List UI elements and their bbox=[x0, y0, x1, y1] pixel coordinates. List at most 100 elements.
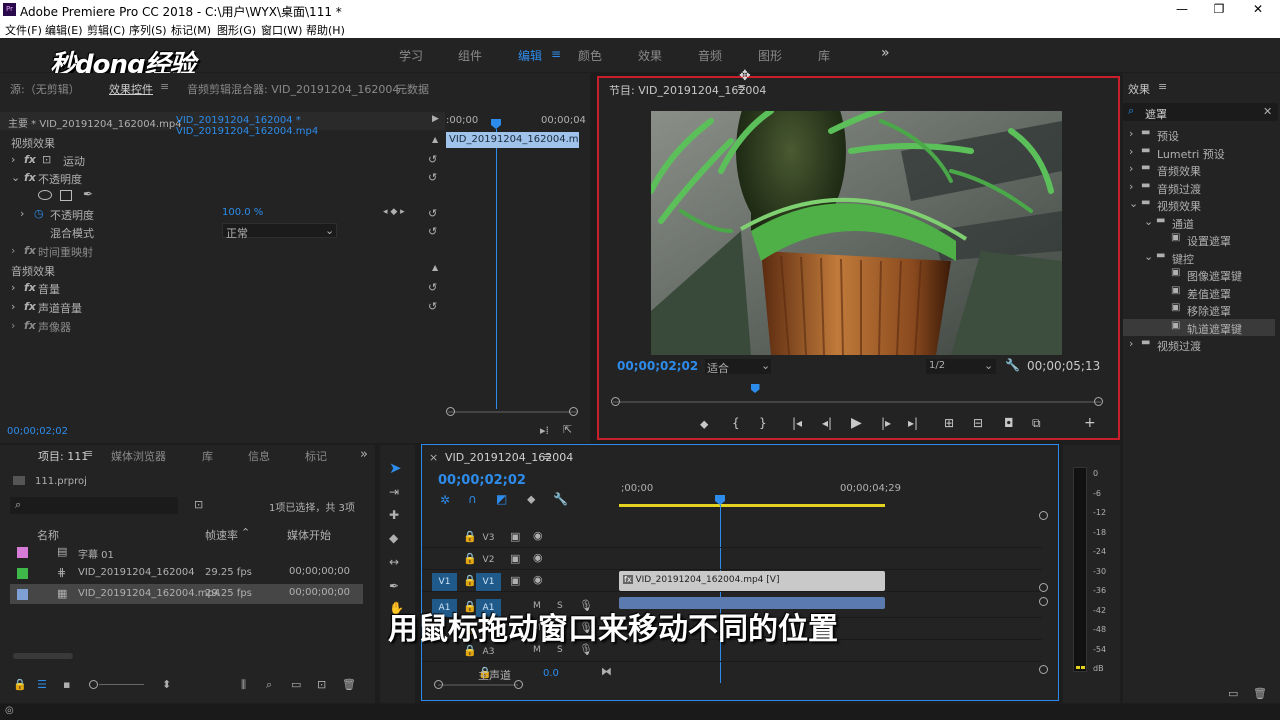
ec-timecode[interactable]: 00;00;02;02 bbox=[7, 426, 68, 437]
effects-tree-item[interactable]: › ▬ Lumetri 预设 bbox=[1123, 144, 1275, 161]
workspace-libraries[interactable]: 库 bbox=[818, 47, 830, 64]
ec-zoom-scrollbar[interactable] bbox=[448, 411, 578, 413]
effects-tree-item[interactable]: ▣ 轨道遮罩键 bbox=[1123, 318, 1275, 336]
timeline-hscroll[interactable] bbox=[438, 684, 518, 686]
ec-clip-bar[interactable]: VID_20191204_162004.mp4 bbox=[446, 132, 579, 148]
expand-arrow-icon[interactable]: › bbox=[1129, 162, 1133, 175]
vscroll-handle-mid2[interactable] bbox=[1039, 597, 1048, 606]
vscroll-handle-top[interactable] bbox=[1039, 511, 1048, 520]
menu-file[interactable]: 文件(F) bbox=[5, 22, 42, 38]
expand-arrow-icon[interactable]: › bbox=[1129, 337, 1133, 350]
effects-search[interactable]: ⌕ 遮罩 ✕ bbox=[1123, 103, 1278, 121]
effects-tree-item[interactable]: ▣ 移除遮罩 bbox=[1123, 301, 1275, 318]
scrubber-handle-right[interactable] bbox=[1094, 397, 1103, 406]
mark-out-icon[interactable]: } bbox=[759, 416, 767, 430]
workspace-more-button[interactable]: » bbox=[881, 45, 890, 61]
effects-tree-item[interactable]: › ▬ 音频效果 bbox=[1123, 161, 1275, 178]
workspace-effects[interactable]: 效果 bbox=[638, 47, 662, 64]
add-marker-icon[interactable]: ⬥ bbox=[700, 417, 708, 432]
nest-icon[interactable]: ✲ bbox=[440, 493, 450, 507]
ec-zoom-handle-right[interactable] bbox=[569, 407, 578, 416]
project-item-row[interactable]: ▦ VID_20191204_162004.mp4 29.25 fps 00;0… bbox=[10, 584, 363, 604]
expand-triangle-icon[interactable]: ▶ bbox=[432, 114, 439, 124]
expand-arrow-icon[interactable]: › bbox=[1129, 180, 1133, 193]
project-item-row[interactable]: ▤ 字幕 01 bbox=[10, 542, 363, 562]
effect-opacity-row[interactable]: ⌄ fx 不透明度 ↺ bbox=[0, 168, 445, 186]
new-item-icon[interactable]: ⊡ bbox=[317, 678, 326, 691]
add-marker-icon[interactable]: ⬥ bbox=[527, 492, 535, 507]
tab-audio-clip-mixer[interactable]: 音频剪辑混合器: VID_20191204_162004 bbox=[187, 81, 399, 97]
close-tab-icon[interactable]: × bbox=[429, 451, 438, 464]
eye-icon[interactable]: ◉ bbox=[533, 529, 543, 542]
pen-tool-icon[interactable]: ✒ bbox=[389, 579, 399, 593]
lock-icon[interactable]: 🔒 bbox=[463, 552, 477, 565]
ellipse-mask-icon[interactable] bbox=[38, 190, 52, 200]
razor-tool-icon[interactable]: ◆ bbox=[389, 531, 398, 545]
wrench-icon[interactable]: 🔧 bbox=[1005, 358, 1020, 372]
mark-in-icon[interactable]: { bbox=[732, 416, 740, 430]
menu-help[interactable]: 帮助(H) bbox=[306, 22, 345, 38]
maximize-button[interactable]: ❐ bbox=[1199, 2, 1239, 18]
resolution-dropdown[interactable]: 1/2 ⌄ bbox=[926, 359, 996, 374]
eye-icon[interactable]: ◉ bbox=[533, 551, 543, 564]
sync-lock-icon[interactable]: ▣ bbox=[510, 574, 520, 587]
export-icon[interactable]: ⇱ bbox=[563, 423, 572, 436]
effect-channel-volume-row[interactable]: › fx 声道音量 ↺ bbox=[0, 297, 445, 315]
effects-title[interactable]: 效果 bbox=[1128, 81, 1150, 97]
clip-v1[interactable]: fx VID_20191204_162004.mp4 [V] bbox=[619, 571, 885, 591]
workspace-menu-icon[interactable]: ≡ bbox=[551, 47, 561, 61]
effects-search-input[interactable]: 遮罩 bbox=[1145, 106, 1167, 122]
workspace-color[interactable]: 颜色 bbox=[578, 47, 602, 64]
go-to-end-icon[interactable]: ⧓ bbox=[601, 665, 612, 678]
filter-icon[interactable]: ▸⁞ bbox=[540, 424, 549, 437]
hscroll-handle-left[interactable] bbox=[434, 680, 443, 689]
expand-arrow-icon[interactable]: ⌄ bbox=[1129, 197, 1138, 210]
fit-dropdown[interactable]: 适合 ⌄ bbox=[705, 359, 771, 375]
menu-clip[interactable]: 剪辑(C) bbox=[87, 22, 125, 38]
lock-icon[interactable]: 🔒 bbox=[463, 574, 477, 587]
tab-effect-controls[interactable]: 效果控件 bbox=[109, 81, 153, 97]
lift-icon[interactable]: ⊞ bbox=[944, 416, 954, 430]
vscroll-handle-bottom[interactable] bbox=[1039, 665, 1048, 674]
close-window-button[interactable]: ✕ bbox=[1238, 2, 1278, 18]
timeline-timecode[interactable]: 00;00;02;02 bbox=[438, 473, 526, 488]
workspace-assembly[interactable]: 组件 bbox=[458, 47, 482, 64]
work-area-bar[interactable] bbox=[619, 504, 885, 507]
status-icon[interactable]: ◎ bbox=[5, 705, 14, 716]
effects-tree-item[interactable]: ⌄ ▬ 视频效果 bbox=[1123, 196, 1275, 213]
effects-tree-item[interactable]: ▣ 差值遮罩 bbox=[1123, 284, 1275, 301]
hscroll-handle-right[interactable] bbox=[514, 680, 523, 689]
vscroll-handle-mid[interactable] bbox=[1039, 583, 1048, 592]
track-target[interactable]: V3 bbox=[476, 529, 501, 547]
slip-tool-icon[interactable]: ↔ bbox=[389, 555, 399, 569]
menu-sequence[interactable]: 序列(S) bbox=[129, 22, 167, 38]
snap-icon[interactable]: ∩ bbox=[468, 492, 477, 506]
master-volume-value[interactable]: 0.0 bbox=[543, 668, 559, 679]
new-bin-icon[interactable]: ▭ bbox=[291, 678, 301, 691]
column-media-start[interactable]: 媒体开始 bbox=[287, 527, 331, 543]
delete-icon[interactable]: 🗑 bbox=[1253, 687, 1267, 700]
workspace-editing[interactable]: 编辑 bbox=[518, 47, 542, 64]
pen-mask-icon[interactable]: ✒ bbox=[83, 187, 93, 201]
menu-graphics[interactable]: 图形(G) bbox=[217, 22, 256, 38]
panel-menu-icon[interactable]: ≡ bbox=[160, 80, 169, 93]
effects-tree-item[interactable]: ⌄ ▬ 键控 bbox=[1123, 249, 1275, 266]
delete-icon[interactable]: 🗑 bbox=[342, 678, 356, 691]
label-color-swatch[interactable] bbox=[17, 589, 28, 600]
menu-marker[interactable]: 标记(M) bbox=[171, 22, 211, 38]
master-clip-label[interactable]: 主要 * VID_20191204_162004.mp4 bbox=[8, 115, 182, 130]
effects-tree-item[interactable]: ⌄ ▬ 通道 bbox=[1123, 214, 1275, 231]
column-frame-rate[interactable]: 帧速率 bbox=[205, 527, 238, 543]
find-icon[interactable]: ⌕ bbox=[266, 678, 272, 692]
effect-motion-row[interactable]: › fx ⊡ 运动 ↺ bbox=[0, 150, 445, 168]
go-to-in-icon[interactable]: |◂ bbox=[792, 416, 802, 430]
rectangle-mask-icon[interactable] bbox=[60, 190, 72, 201]
track-target[interactable]: V2 bbox=[476, 551, 501, 569]
effects-tree-item[interactable]: ▣ 图像遮罩键 bbox=[1123, 266, 1275, 283]
ec-zoom-handle-left[interactable] bbox=[446, 407, 455, 416]
sort-icon[interactable]: ⬍ bbox=[162, 678, 171, 691]
sync-lock-icon[interactable]: ▣ bbox=[510, 530, 520, 543]
expand-arrow-icon[interactable]: › bbox=[1129, 145, 1133, 158]
label-color-swatch[interactable] bbox=[17, 568, 28, 579]
expand-arrow-icon[interactable]: › bbox=[1129, 127, 1133, 140]
